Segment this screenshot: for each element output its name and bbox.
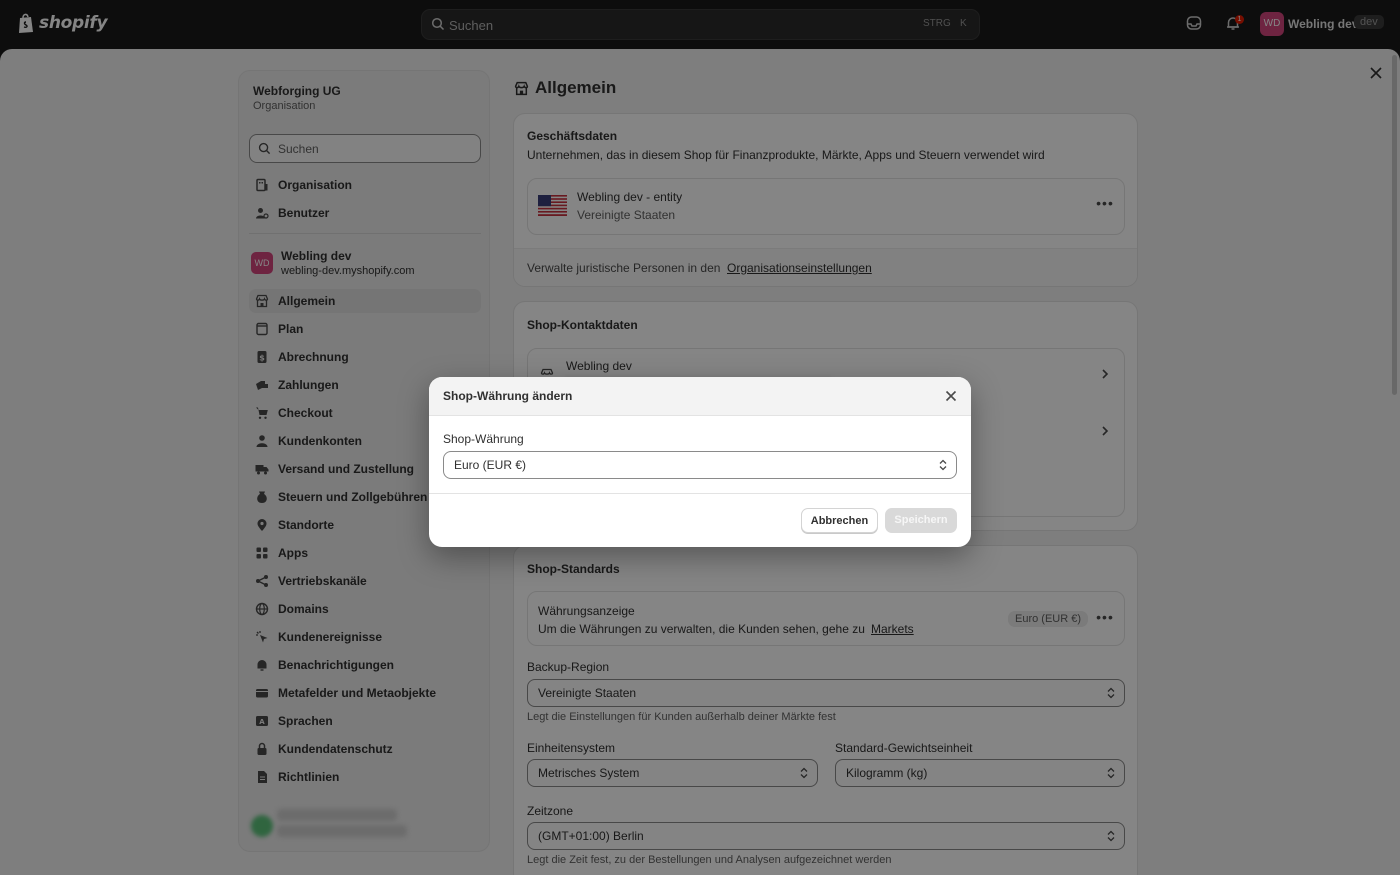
currency-select[interactable]: Euro (EUR €) bbox=[443, 451, 957, 479]
save-button[interactable]: Speichern bbox=[885, 508, 957, 533]
cancel-button[interactable]: Abbrechen bbox=[801, 508, 878, 533]
modal-header: Shop-Währung ändern bbox=[429, 377, 971, 416]
select-chevron-icon bbox=[939, 459, 947, 471]
currency-select-value: Euro (EUR €) bbox=[454, 458, 527, 472]
change-currency-modal: Shop-Währung ändern Shop-Währung Euro (E… bbox=[429, 377, 971, 547]
currency-field-label: Shop-Währung bbox=[443, 432, 524, 446]
modal-title: Shop-Währung ändern bbox=[443, 389, 573, 403]
close-icon[interactable] bbox=[943, 388, 959, 404]
modal-divider bbox=[429, 493, 971, 494]
